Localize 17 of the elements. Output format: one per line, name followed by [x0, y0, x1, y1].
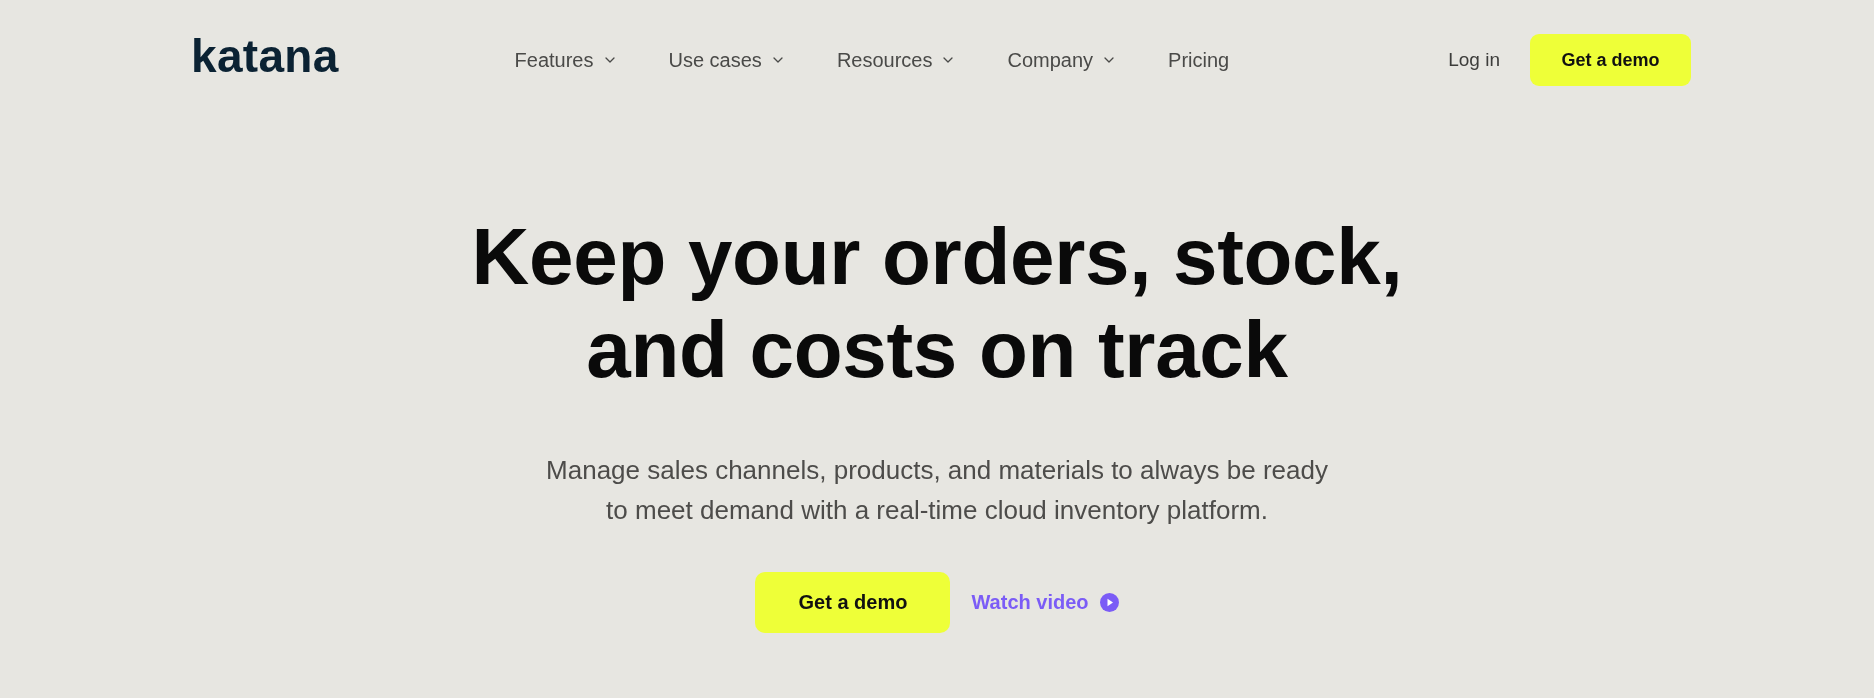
chevron-down-icon [1104, 57, 1115, 63]
hero-headline: Keep your orders, stock, and costs on track [470, 211, 1404, 396]
get-demo-button[interactable]: Get a demo [755, 572, 951, 633]
nav-menu-item[interactable]: Use cases [668, 48, 783, 72]
logo-wordmark[interactable]: katana [191, 33, 339, 79]
login-link[interactable]: Log in [1448, 49, 1500, 71]
chevron-down-icon [604, 57, 615, 63]
nav-menu-item[interactable]: Pricing [1168, 48, 1230, 72]
chevron-down-icon [943, 57, 954, 63]
hero-subtitle: Manage sales channels, products, and materials to always be ready to meet demand with a real-time cloud inventory platform. [545, 454, 1329, 527]
nav-menu-item[interactable]: Company [1007, 48, 1115, 72]
play-icon [1099, 593, 1119, 612]
nav-menu-item[interactable]: Resources [836, 48, 954, 72]
chevron-down-icon [772, 57, 783, 63]
nav-menu-item[interactable]: Features [514, 48, 615, 72]
get-demo-button[interactable]: Get a demo [1530, 34, 1691, 86]
watch-video-link[interactable]: Watch video [971, 591, 1119, 614]
